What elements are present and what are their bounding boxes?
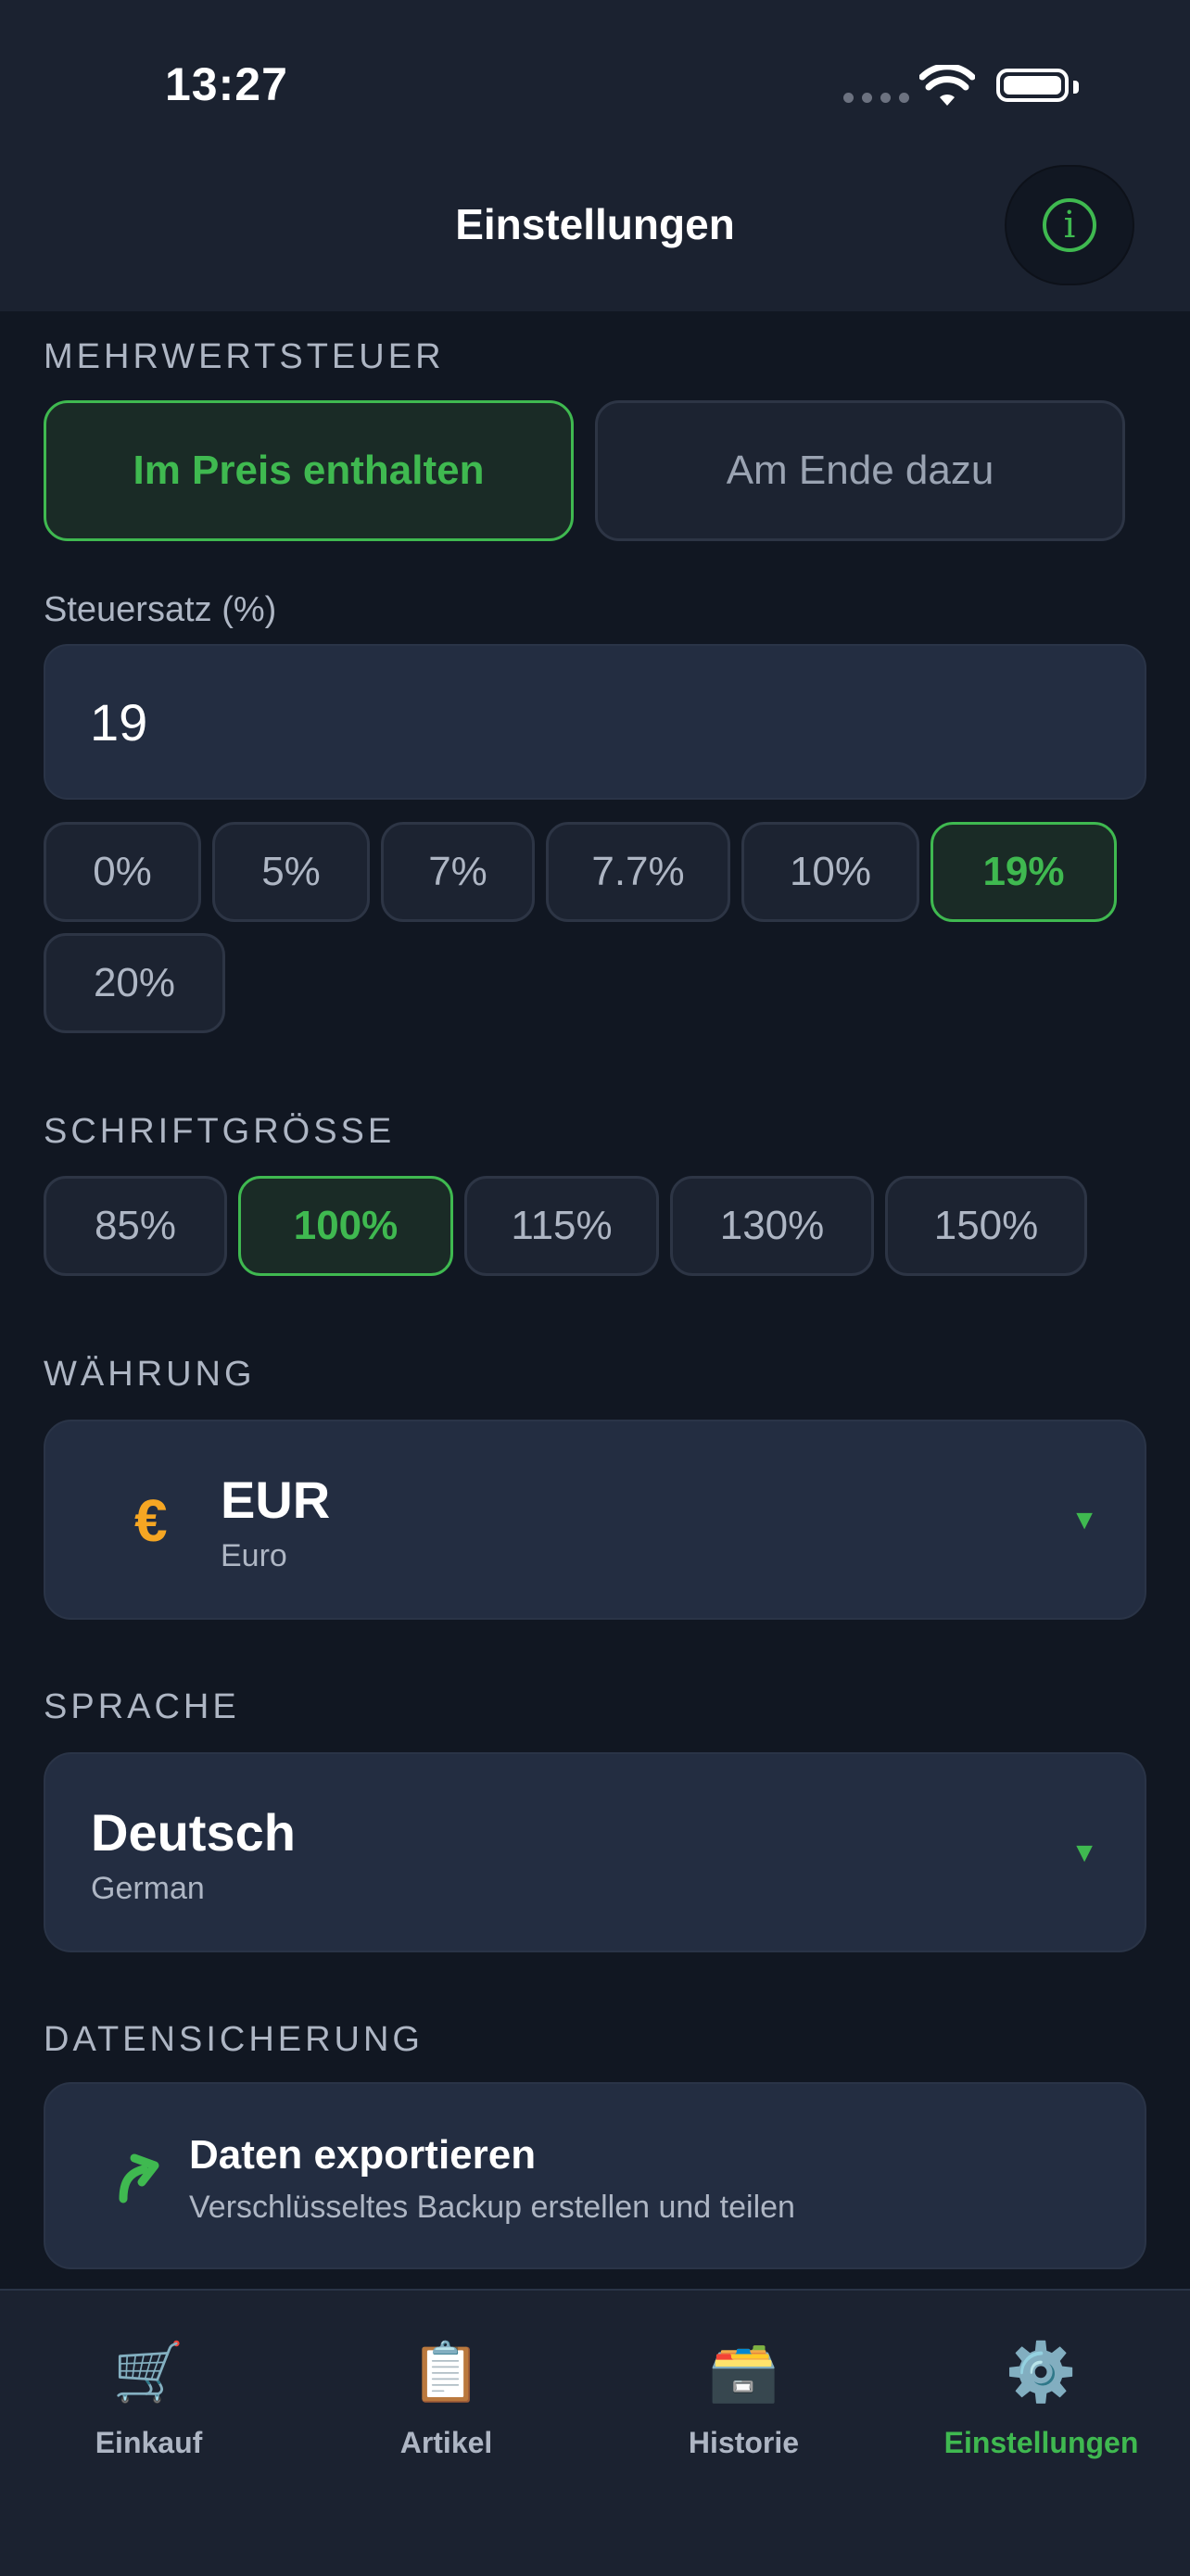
backup-section-label: DATENSICHERUNG <box>44 2020 424 2059</box>
language-select[interactable]: Deutsch German ▼ <box>44 1752 1146 1952</box>
shopping-cart-icon: 🛒 <box>112 2341 185 2405</box>
currency-code: EUR <box>221 1471 331 1529</box>
font-size-130[interactable]: 130% <box>670 1176 874 1276</box>
tab-label: Einstellungen <box>943 2426 1139 2459</box>
chevron-down-icon: ▼ <box>1070 1837 1098 1868</box>
tab-artikel[interactable]: 📋 Artikel <box>298 2339 595 2460</box>
vat-added-button[interactable]: Am Ende dazu <box>595 400 1125 541</box>
tax-preset-19[interactable]: 19% <box>930 822 1117 922</box>
chevron-down-icon: ▼ <box>1070 1505 1098 1535</box>
tax-preset-7-7[interactable]: 7.7% <box>546 822 730 922</box>
tab-label: Historie <box>688 2426 800 2459</box>
font-size-150[interactable]: 150% <box>885 1176 1087 1276</box>
gear-icon: ⚙️ <box>1005 2341 1078 2405</box>
tax-preset-10[interactable]: 10% <box>741 822 919 922</box>
tax-preset-20[interactable]: 20% <box>44 933 225 1033</box>
font-size-section-label: SCHRIFTGRÖSSE <box>44 1112 396 1151</box>
wifi-icon <box>919 65 975 106</box>
clipboard-icon: 📋 <box>410 2341 483 2405</box>
header: 13:27 Einstellungen i <box>0 0 1190 311</box>
font-size-115[interactable]: 115% <box>464 1176 659 1276</box>
euro-icon: € <box>134 1487 168 1554</box>
language-name: Deutsch <box>91 1803 296 1862</box>
font-size-100[interactable]: 100% <box>238 1176 453 1276</box>
language-english-name: German <box>91 1871 205 1906</box>
tab-historie[interactable]: 🗃️ Historie <box>595 2339 892 2460</box>
currency-select[interactable]: € EUR Euro ▼ <box>44 1420 1146 1620</box>
export-data-button[interactable]: Daten exportieren Verschlüsseltes Backup… <box>44 2082 1146 2269</box>
tab-label: Artikel <box>399 2426 493 2459</box>
battery-icon <box>996 69 1079 102</box>
font-size-85[interactable]: 85% <box>44 1176 227 1276</box>
export-subtitle: Verschlüsseltes Backup erstellen und tei… <box>189 2190 795 2225</box>
tab-bar: 🛒 Einkauf 📋 Artikel 🗃️ Historie ⚙️ Einst… <box>0 2289 1190 2576</box>
status-time: 13:27 <box>165 58 288 110</box>
cellular-signal-icon <box>843 93 909 103</box>
currency-section-label: WÄHRUNG <box>44 1355 256 1394</box>
tab-einkauf[interactable]: 🛒 Einkauf <box>0 2339 298 2460</box>
export-arrow-icon <box>119 2153 159 2203</box>
language-section-label: SPRACHE <box>44 1687 240 1726</box>
currency-name: Euro <box>221 1538 287 1573</box>
archive-box-icon: 🗃️ <box>707 2341 780 2405</box>
tax-preset-7[interactable]: 7% <box>381 822 535 922</box>
tax-rate-input[interactable]: 19 <box>44 644 1146 800</box>
tax-preset-5[interactable]: 5% <box>212 822 370 922</box>
info-icon: i <box>1043 198 1096 252</box>
vat-included-button[interactable]: Im Preis enthalten <box>44 400 574 541</box>
tax-rate-label: Steuersatz (%) <box>44 590 277 629</box>
tab-label: Einkauf <box>95 2426 203 2459</box>
info-button[interactable]: i <box>1006 167 1133 284</box>
vat-section-label: MEHRWERTSTEUER <box>44 337 445 376</box>
export-title: Daten exportieren <box>189 2132 537 2178</box>
tax-preset-0[interactable]: 0% <box>44 822 201 922</box>
tab-einstellungen[interactable]: ⚙️ Einstellungen <box>892 2339 1190 2460</box>
